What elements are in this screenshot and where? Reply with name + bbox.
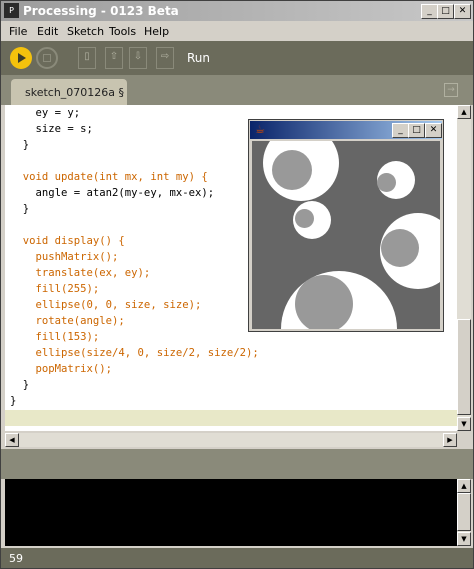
editor-horizontal-scrollbar[interactable]: ◀ ▶ bbox=[5, 433, 457, 447]
open-button[interactable]: ⇧ bbox=[105, 47, 123, 69]
sketch-minimize-button[interactable]: _ bbox=[392, 123, 409, 138]
code-line: void update(int mx, int my) { bbox=[10, 171, 208, 183]
code-line: } bbox=[10, 395, 17, 407]
menu-file[interactable]: File bbox=[9, 25, 27, 38]
eye-pupil bbox=[295, 209, 314, 228]
save-icon: ⇩ bbox=[133, 51, 143, 62]
scroll-up-icon[interactable]: ▲ bbox=[457, 105, 471, 119]
scroll-right-icon[interactable]: ▶ bbox=[443, 433, 457, 447]
sketch-canvas[interactable] bbox=[252, 141, 440, 329]
scroll-down-icon[interactable]: ▼ bbox=[457, 417, 471, 431]
new-button[interactable]: ▯ bbox=[78, 47, 96, 69]
code-line: pushMatrix(); bbox=[10, 251, 119, 263]
close-button[interactable]: ✕ bbox=[454, 4, 471, 19]
menu-bar: File Edit Sketch Tools Help bbox=[1, 22, 473, 41]
code-line: translate(ex, ey); bbox=[10, 267, 151, 279]
code-line: void display() { bbox=[10, 235, 125, 247]
processing-window: P Processing - 0123 Beta _ □ ✕ File Edit… bbox=[0, 0, 474, 569]
code-line: size = s; bbox=[10, 123, 93, 135]
scroll-left-icon[interactable]: ◀ bbox=[5, 433, 19, 447]
tab-menu-arrow-icon[interactable]: → bbox=[444, 83, 458, 97]
console-scroll-thumb[interactable] bbox=[457, 493, 471, 531]
status-bar: 59 bbox=[1, 548, 473, 568]
maximize-button[interactable]: □ bbox=[437, 4, 454, 19]
code-line: angle = atan2(my-ey, mx-ex); bbox=[10, 187, 215, 199]
code-line: } bbox=[10, 139, 30, 151]
code-text: ey = y; size = s; } void update(int mx, … bbox=[10, 105, 259, 409]
menu-edit[interactable]: Edit bbox=[37, 25, 58, 38]
console-scroll-up-icon[interactable]: ▲ bbox=[457, 479, 471, 493]
code-line: fill(255); bbox=[10, 283, 100, 295]
window-title: Processing - 0123 Beta bbox=[23, 4, 179, 18]
tabs-bar: sketch_070126a § → bbox=[1, 75, 473, 105]
code-line: popMatrix(); bbox=[10, 363, 113, 375]
export-button[interactable]: ⇨ bbox=[156, 47, 174, 69]
code-line: } bbox=[10, 203, 30, 215]
export-icon: ⇨ bbox=[160, 51, 170, 62]
code-line: rotate(angle); bbox=[10, 315, 125, 327]
tab-sketch[interactable]: sketch_070126a § bbox=[11, 79, 127, 105]
save-button[interactable]: ⇩ bbox=[129, 47, 147, 69]
code-line: ellipse(0, 0, size, size); bbox=[10, 299, 202, 311]
line-number: 59 bbox=[9, 552, 23, 565]
console-area[interactable] bbox=[5, 479, 457, 546]
title-bar[interactable]: P Processing - 0123 Beta _ □ ✕ bbox=[1, 1, 473, 21]
run-label: Run bbox=[187, 51, 211, 65]
sketch-window[interactable]: ☕ _ □ ✕ bbox=[248, 119, 444, 332]
new-icon: ▯ bbox=[84, 51, 90, 62]
eye-pupil bbox=[272, 150, 312, 190]
run-button[interactable] bbox=[10, 47, 32, 69]
console-scroll-down-icon[interactable]: ▼ bbox=[457, 532, 471, 546]
open-icon: ⇧ bbox=[109, 51, 119, 62]
play-icon bbox=[18, 53, 26, 63]
current-line-highlight bbox=[5, 410, 457, 426]
menu-help[interactable]: Help bbox=[144, 25, 169, 38]
eye-pupil bbox=[381, 229, 419, 267]
processing-app-icon: P bbox=[4, 3, 19, 18]
java-icon: ☕ bbox=[255, 123, 265, 136]
code-line: fill(153); bbox=[10, 331, 100, 343]
editor-vertical-scrollbar[interactable]: ▲ ▼ bbox=[457, 105, 471, 431]
menu-sketch[interactable]: Sketch bbox=[67, 25, 104, 38]
sketch-close-button[interactable]: ✕ bbox=[425, 123, 442, 138]
code-line: ellipse(size/4, 0, size/2, size/2); bbox=[10, 347, 259, 359]
toolbar: ▯ ⇧ ⇩ ⇨ Run bbox=[1, 41, 473, 75]
minimize-button[interactable]: _ bbox=[421, 4, 438, 19]
eye-pupil bbox=[377, 173, 396, 192]
scroll-thumb[interactable] bbox=[457, 319, 471, 415]
stop-button[interactable] bbox=[36, 47, 58, 69]
stop-icon bbox=[43, 54, 51, 62]
console-scrollbar[interactable]: ▲ ▼ bbox=[457, 479, 471, 546]
eye-pupil bbox=[295, 275, 353, 329]
sketch-maximize-button[interactable]: □ bbox=[408, 123, 425, 138]
code-line: ey = y; bbox=[10, 107, 81, 119]
code-line: } bbox=[10, 379, 30, 391]
sketch-title-bar[interactable]: ☕ _ □ ✕ bbox=[250, 121, 442, 139]
tab-label: sketch_070126a § bbox=[25, 86, 125, 99]
editor-console-divider[interactable] bbox=[1, 449, 473, 479]
menu-tools[interactable]: Tools bbox=[109, 25, 136, 38]
